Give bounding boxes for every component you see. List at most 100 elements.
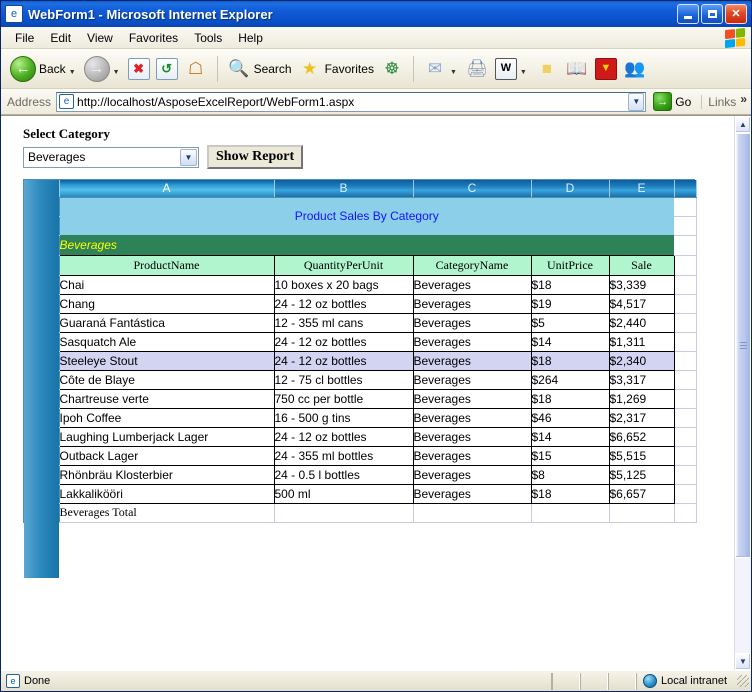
cell-f6[interactable] <box>674 294 697 314</box>
forward-dropdown-icon[interactable]: ▼ <box>113 69 120 76</box>
cell-f7[interactable] <box>674 313 697 333</box>
menu-item-edit[interactable]: Edit <box>42 29 79 47</box>
cell-product[interactable]: Steeleye Stout <box>58 350 275 371</box>
cell-f17[interactable] <box>674 503 697 523</box>
column-header-a[interactable]: A <box>59 180 275 198</box>
back-dropdown-icon[interactable]: ▼ <box>69 69 76 76</box>
menu-item-view[interactable]: View <box>79 29 121 47</box>
cell-category[interactable]: Beverages <box>412 483 532 504</box>
cell-f11[interactable] <box>674 389 697 409</box>
cell-unitprice[interactable]: $19 <box>530 293 610 314</box>
cell-f9[interactable] <box>674 351 697 371</box>
cell-product[interactable]: Outback Lager <box>58 445 275 466</box>
cell-qty[interactable]: 24 - 12 oz bottles <box>273 293 414 314</box>
cell-qty[interactable]: 500 ml <box>273 483 414 504</box>
messenger-button[interactable]: 👥 <box>620 52 650 86</box>
chevron-down-icon[interactable]: ▼ <box>180 148 197 166</box>
cell-unitprice[interactable]: $18 <box>530 274 610 295</box>
refresh-button[interactable]: ↺ <box>153 52 181 86</box>
cell-qty[interactable]: 24 - 12 oz bottles <box>273 350 414 371</box>
cell-qty[interactable]: 12 - 355 ml cans <box>273 312 414 333</box>
cell-product[interactable]: Lakkalikööri <box>58 483 275 504</box>
forward-button[interactable]: → ▼ <box>81 52 125 86</box>
home-button[interactable]: ☖ <box>181 52 211 86</box>
cell-qty[interactable]: 24 - 12 oz bottles <box>273 426 414 447</box>
cell-unitprice[interactable]: $8 <box>530 464 610 485</box>
cell-qty[interactable]: 24 - 0.5 l bottles <box>273 464 414 485</box>
scroll-up-button[interactable]: ▲ <box>735 116 751 133</box>
cell-category[interactable]: Beverages <box>412 274 532 295</box>
address-dropdown-icon[interactable]: ▼ <box>628 92 645 111</box>
notes-button[interactable]: ■ <box>532 52 562 86</box>
cell-category[interactable]: Beverages <box>412 388 532 409</box>
cell-sale[interactable]: $2,340 <box>608 350 675 371</box>
mail-button[interactable]: ✉ ▼ <box>420 52 462 86</box>
cell-f16[interactable] <box>674 484 697 504</box>
address-input[interactable]: e http://localhost/AsposeExcelReport/Web… <box>56 91 647 112</box>
cell-f1[interactable] <box>674 197 697 217</box>
cell-product[interactable]: Chai <box>58 274 275 295</box>
edit-word-button[interactable]: W ▼ <box>492 52 532 86</box>
cell-sale[interactable]: $6,652 <box>608 426 675 447</box>
cell-product[interactable]: Chang <box>58 293 275 314</box>
resize-grip-icon[interactable] <box>737 675 749 687</box>
cell-product[interactable]: Rhönbräu Klosterbier <box>58 464 275 485</box>
security-zone[interactable]: Local intranet <box>635 672 733 690</box>
total-unitprice[interactable] <box>531 503 610 523</box>
cell-unitprice[interactable]: $264 <box>530 369 610 390</box>
cell-category[interactable]: Beverages <box>412 407 532 428</box>
menu-item-tools[interactable]: Tools <box>186 29 230 47</box>
cell-f3[interactable] <box>674 235 697 256</box>
cell-category[interactable]: Beverages <box>412 464 532 485</box>
total-sale[interactable] <box>609 503 675 523</box>
cell-sale[interactable]: $2,317 <box>608 407 675 428</box>
cell-sale[interactable]: $4,517 <box>608 293 675 314</box>
column-header-f[interactable] <box>674 180 697 198</box>
cell-f15[interactable] <box>674 465 697 485</box>
column-header-b[interactable]: B <box>274 180 414 198</box>
cell-f4[interactable] <box>674 255 697 276</box>
cell-qty[interactable]: 16 - 500 g tins <box>273 407 414 428</box>
cell-product[interactable]: Guaraná Fantástica <box>58 312 275 333</box>
cell-product[interactable]: Sasquatch Ale <box>58 331 275 352</box>
menu-item-help[interactable]: Help <box>230 29 271 47</box>
cell-qty[interactable]: 10 boxes x 20 bags <box>273 274 414 295</box>
history-button[interactable]: ☸ <box>377 52 407 86</box>
cell-f2[interactable] <box>674 216 697 236</box>
print-button[interactable]: 🖨 <box>462 52 492 86</box>
minimize-button[interactable] <box>677 4 699 24</box>
cell-sale[interactable]: $3,317 <box>608 369 675 390</box>
cell-sale[interactable]: $3,339 <box>608 274 675 295</box>
cell-qty[interactable]: 24 - 12 oz bottles <box>273 331 414 352</box>
cell-sale[interactable]: $2,440 <box>608 312 675 333</box>
cell-category[interactable]: Beverages <box>412 312 532 333</box>
cell-sale[interactable]: $1,311 <box>608 331 675 352</box>
cell-unitprice[interactable]: $14 <box>530 426 610 447</box>
cell-category[interactable]: Beverages <box>412 293 532 314</box>
cell-unitprice[interactable]: $15 <box>530 445 610 466</box>
cell-f5[interactable] <box>674 275 697 295</box>
show-report-button[interactable]: Show Report <box>207 145 304 169</box>
column-header-d[interactable]: D <box>531 180 610 198</box>
vertical-scrollbar[interactable]: ▲ ▼ <box>734 116 751 670</box>
cell-category[interactable]: Beverages <box>412 350 532 371</box>
scroll-down-button[interactable]: ▼ <box>735 653 751 670</box>
cell-product[interactable]: Côte de Blaye <box>58 369 275 390</box>
cell-unitprice[interactable]: $5 <box>530 312 610 333</box>
cell-f8[interactable] <box>674 332 697 352</box>
maximize-button[interactable] <box>701 4 723 24</box>
favorites-button[interactable]: ★ Favorites <box>295 52 377 86</box>
cell-f14[interactable] <box>674 446 697 466</box>
cell-qty[interactable]: 12 - 75 cl bottles <box>273 369 414 390</box>
chevron-double-right-icon[interactable]: » <box>740 92 747 106</box>
back-button[interactable]: ← Back ▼ <box>7 52 81 86</box>
cell-product[interactable]: Laughing Lumberjack Lager <box>58 426 275 447</box>
total-category[interactable] <box>413 503 532 523</box>
cell-sale[interactable]: $6,657 <box>608 483 675 504</box>
total-label[interactable]: Beverages Total <box>59 503 275 523</box>
cell-product[interactable]: Ipoh Coffee <box>58 407 275 428</box>
cell-f13[interactable] <box>674 427 697 447</box>
cell-qty[interactable]: 24 - 355 ml bottles <box>273 445 414 466</box>
cell-category[interactable]: Beverages <box>412 426 532 447</box>
cell-sale[interactable]: $1,269 <box>608 388 675 409</box>
